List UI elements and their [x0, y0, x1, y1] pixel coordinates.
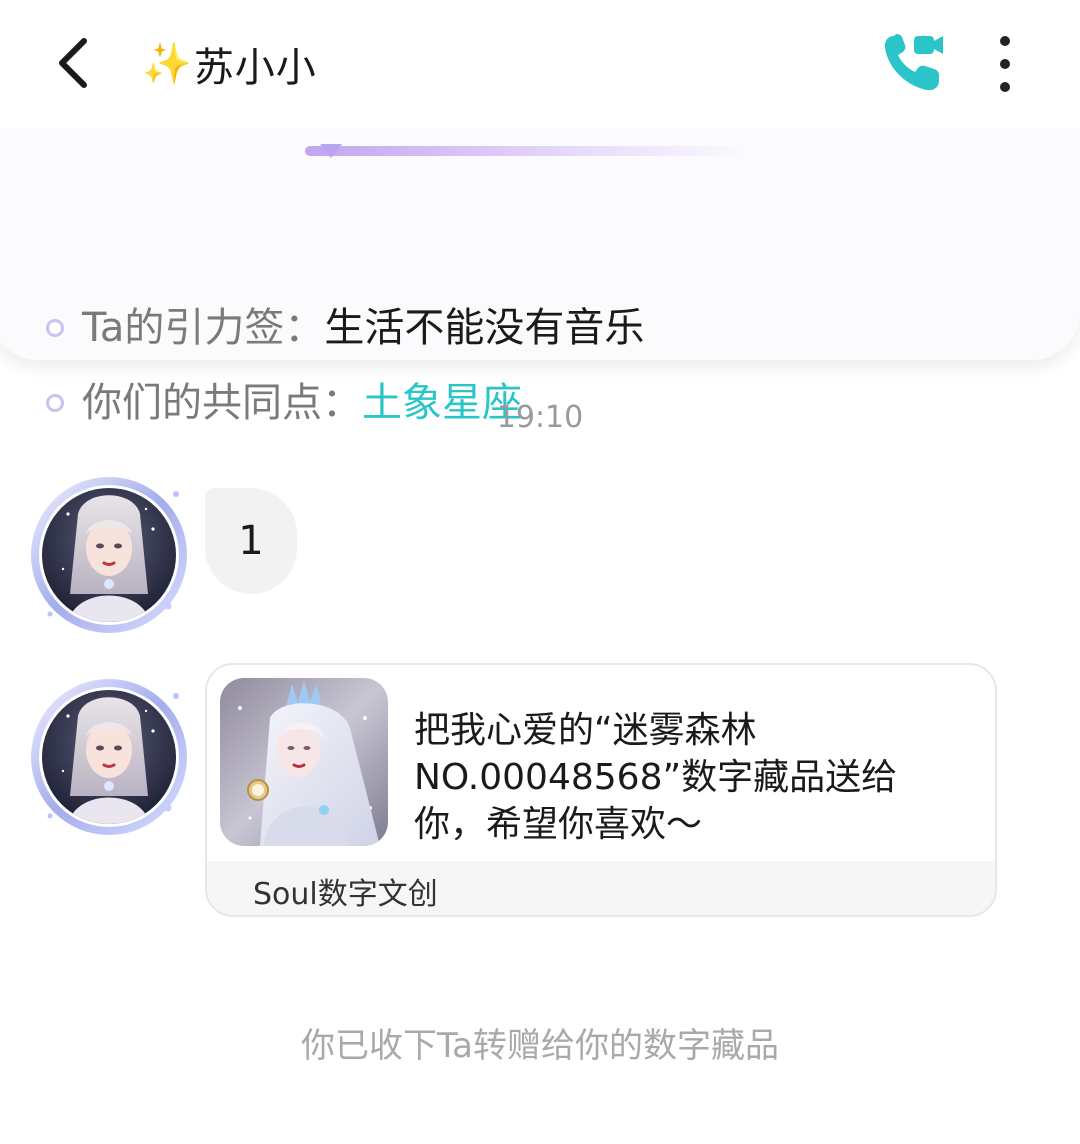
digital-collectible-card[interactable]: 把我心爱的“迷雾森林NO.00048568”数字藏品送给你，希望你喜欢～ Sou…: [205, 663, 997, 917]
contact-name: 苏小小: [193, 45, 317, 91]
avatar-image: [31, 679, 187, 835]
contact-avatar[interactable]: [28, 474, 190, 636]
more-vertical-icon: [1000, 36, 1010, 46]
video-call-button[interactable]: [880, 30, 946, 96]
avatar-image: [31, 477, 187, 633]
message-timestamp: 19:10: [496, 400, 584, 435]
more-dot: [1000, 82, 1010, 92]
chat-title: ✨ 苏小小: [142, 34, 317, 94]
sparkle-emoji: ✨: [142, 41, 192, 87]
more-options-button[interactable]: [980, 36, 1030, 92]
contact-avatar[interactable]: [28, 676, 190, 838]
collectible-footer: Soul数字文创: [207, 861, 995, 915]
match-info-card: Ta的引力签： 生活不能没有音乐 你们的共同点： 土象星座: [0, 118, 1080, 423]
gravity-tag-value: 生活不能没有音乐: [324, 305, 645, 351]
gravity-tag-label: Ta的引力签：: [82, 305, 325, 351]
chevron-left-icon: [59, 38, 87, 88]
system-notice: 你已收下Ta转赠给你的数字藏品: [301, 1026, 779, 1066]
more-dot: [1000, 59, 1010, 69]
bullet-icon: [46, 319, 64, 337]
collectible-image: [220, 678, 388, 846]
collectible-message: 把我心爱的“迷雾森林NO.00048568”数字藏品送给你，希望你喜欢～: [414, 710, 898, 845]
gravity-tag-row: Ta的引力签： 生活不能没有音乐: [46, 308, 644, 348]
chat-header: ✨ 苏小小: [0, 0, 1080, 128]
card-decoration: [305, 146, 745, 156]
message-bubble[interactable]: 1: [205, 488, 297, 594]
collectible-thumbnail: [220, 678, 388, 846]
collectible-source: Soul数字文创: [253, 877, 438, 912]
video-call-icon: [884, 34, 943, 91]
back-button[interactable]: [44, 30, 104, 96]
